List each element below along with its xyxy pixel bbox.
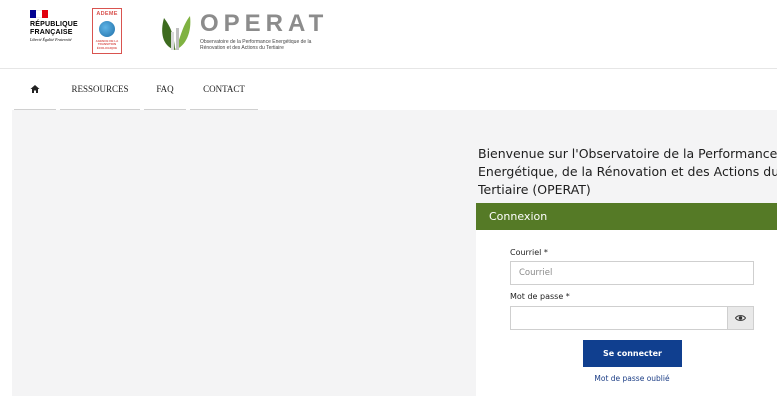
welcome-line-2: Energétique, de la Rénovation et des Act… xyxy=(478,164,777,179)
email-field[interactable] xyxy=(510,261,754,285)
main-nav: RESSOURCES FAQ CONTACT xyxy=(0,69,777,110)
email-label: Courriel * xyxy=(510,248,548,257)
globe-icon xyxy=(99,21,115,37)
welcome-line-3: Tertiaire (OPERAT) xyxy=(478,182,591,197)
ademe-name: ADEME xyxy=(96,11,118,17)
password-field[interactable] xyxy=(510,306,727,330)
eye-icon xyxy=(735,315,746,321)
operat-leaf-icon xyxy=(162,16,191,50)
operat-subtitle-text: Observatoire de la Performance Energétiq… xyxy=(200,39,312,51)
nav-home[interactable] xyxy=(14,69,56,110)
nav-item-contact[interactable]: CONTACT xyxy=(190,69,258,110)
site-header: RÉPUBLIQUE FRANÇAISE Liberté Égalité Fra… xyxy=(0,0,777,69)
welcome-message: Bienvenue sur l'Observatoire de la Perfo… xyxy=(478,145,777,199)
republique-francaise-title: RÉPUBLIQUE FRANÇAISE xyxy=(30,21,78,36)
login-card: Connexion Courriel * Mot de passe * Se c… xyxy=(476,203,777,396)
welcome-line-1: Bienvenue sur l'Observatoire de la Perfo… xyxy=(478,146,777,161)
republique-francaise-logo[interactable]: RÉPUBLIQUE FRANÇAISE Liberté Égalité Fra… xyxy=(30,10,90,62)
password-label: Mot de passe * xyxy=(510,292,570,301)
nav-item-ressources[interactable]: RESSOURCES xyxy=(60,69,140,110)
operat-subtitle: Observatoire de la Performance Energétiq… xyxy=(200,39,330,51)
forgot-password-link[interactable]: Mot de passe oublié xyxy=(510,374,754,383)
login-button[interactable]: Se connecter xyxy=(583,340,682,367)
login-card-header: Connexion xyxy=(476,203,777,230)
nav-item-faq[interactable]: FAQ xyxy=(144,69,186,110)
republique-motto: Liberté Égalité Fraternité xyxy=(30,37,72,42)
ademe-logo[interactable]: ADEME AGENCE DE LA TRANSITION ÉCOLOGIQUE xyxy=(92,8,122,54)
home-icon xyxy=(30,85,40,93)
ademe-subtitle: AGENCE DE LA TRANSITION ÉCOLOGIQUE xyxy=(95,39,119,50)
operat-title: OPERAT xyxy=(200,10,329,37)
french-flag-icon xyxy=(30,10,48,18)
show-password-button[interactable] xyxy=(727,306,754,330)
